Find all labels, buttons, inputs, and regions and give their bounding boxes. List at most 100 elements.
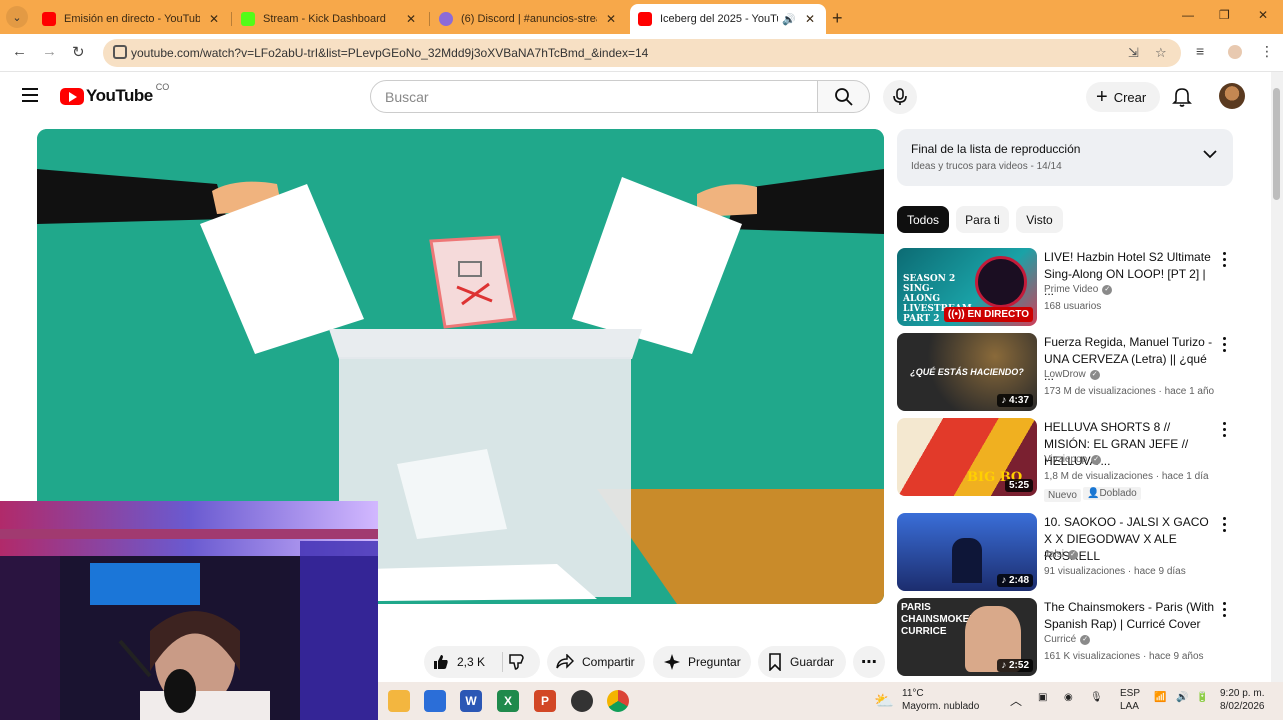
video-meta: 173 M de visualizaciones · hace 1 año [1044,386,1215,397]
ask-button[interactable]: Preguntar [653,646,751,678]
more-options-icon[interactable] [1223,337,1227,355]
word-icon[interactable]: W [460,690,482,712]
weather-cloud-icon[interactable]: ⛅ [874,691,894,711]
create-button[interactable]: + Crear [1086,82,1160,112]
clock-time[interactable]: 9:20 p. m. [1220,688,1264,699]
share-arrow-icon [556,654,574,670]
tab-discord[interactable]: (6) Discord | #anuncios-stream ✕ [431,4,627,34]
profile-icon[interactable] [1228,45,1242,59]
list-item[interactable]: ♪ 2:48 10. SAOKOO - JALSI X GACO X X DIE… [897,513,1240,593]
wifi-icon[interactable]: 📶 [1154,692,1166,703]
list-item[interactable]: SEASON 2 SING-ALONG LIVESTREAM PART 2 ((… [897,248,1240,328]
media-control-icon[interactable]: ≡ [1196,43,1204,59]
restore-button[interactable]: ❐ [1219,8,1230,22]
thumbs-down-icon [509,654,524,670]
channel-name[interactable]: LowDrow ✓ [1044,369,1100,380]
file-explorer-icon[interactable] [388,690,410,712]
powerpoint-icon[interactable]: P [534,690,556,712]
chevron-down-icon[interactable] [1203,149,1217,159]
chrome-icon[interactable] [607,690,629,712]
sparkle-icon [664,654,680,670]
menu-kebab-icon[interactable]: ⋮ [1260,43,1274,60]
more-horizontal-icon: ⋯ [861,654,877,671]
store-icon[interactable] [424,690,446,712]
url-text: youtube.com/watch?v=LFo2abU-trI&list=PLe… [131,46,649,60]
share-label: Compartir [582,655,635,669]
channel-name[interactable]: Jalsi ✓ [1044,549,1079,560]
video-title[interactable]: The Chainsmokers - Paris (With Spanish R… [1044,599,1216,633]
more-options-icon[interactable] [1223,252,1227,270]
channel-name[interactable]: Prime Video ✓ [1044,284,1113,295]
notifications-bell-icon[interactable] [1172,86,1192,108]
close-tab-icon[interactable]: ✕ [603,12,619,26]
tab-iceberg-youtube[interactable]: Iceberg del 2025 - YouTube 🔊 ✕ [630,4,826,34]
more-options-icon[interactable] [1223,602,1227,620]
search-button[interactable] [817,80,870,113]
minimize-button[interactable]: — [1182,8,1194,22]
obs-icon[interactable] [571,690,593,712]
voice-search-button[interactable] [883,80,917,114]
forward-arrow-icon[interactable]: → [42,43,57,60]
keyboard-layout[interactable]: LAA [1120,701,1139,712]
site-info-icon[interactable] [113,45,127,59]
tab-youtube-studio[interactable]: Emisión en directo - YouTube S ✕ [34,4,230,34]
page-scrollbar[interactable] [1271,72,1283,682]
duration-badge: 5:25 [1004,479,1033,492]
show-hidden-icons-chevron-icon[interactable]: ︿ [1010,692,1022,709]
tray-network-app-icon[interactable]: ◉ [1064,692,1073,703]
playlist-panel[interactable]: Final de la lista de reproducción Ideas … [897,129,1233,186]
save-button[interactable]: Guardar [758,646,846,678]
video-thumbnail[interactable]: ♪ 2:48 [897,513,1037,591]
tray-app-icon[interactable]: ▣ [1038,692,1047,703]
youtube-logo[interactable]: YouTube CO [60,82,169,106]
more-options-icon[interactable] [1223,422,1227,440]
close-tab-icon[interactable]: ✕ [802,12,818,26]
new-tab-button[interactable]: + [832,8,843,29]
list-item[interactable]: BIG BO 5:25 HELLUVA SHORTS 8 // MISIÓN: … [897,418,1240,502]
close-tab-icon[interactable]: ✕ [206,12,222,26]
install-app-icon[interactable]: ⇲ [1128,45,1139,61]
back-arrow-icon[interactable]: ← [12,43,27,60]
bookmark-star-icon[interactable]: ☆ [1155,45,1167,61]
windows-taskbar: W X P ⛅ 11°C Mayorm. nublado ︿ ▣ ◉ 🎙 ESP… [378,682,1283,720]
share-button[interactable]: Compartir [547,646,645,678]
chip-visto[interactable]: Visto [1016,206,1063,233]
volume-icon[interactable]: 🔊 [1176,692,1188,703]
video-thumbnail[interactable]: ¿QUÉ ESTÁS HACIENDO? ♪ 4:37 [897,333,1037,411]
tab-title: Emisión en directo - YouTube S [64,13,200,25]
scrollbar-thumb[interactable] [1273,88,1280,200]
video-thumbnail[interactable]: PARIS CHAINSMOKERS CURRICE ♪ 2:52 [897,598,1037,676]
verified-check-icon: ✓ [1080,634,1091,645]
dislike-button[interactable] [508,653,526,674]
list-item[interactable]: ¿QUÉ ESTÁS HACIENDO? ♪ 4:37 Fuerza Regid… [897,333,1240,413]
reload-icon[interactable]: ↻ [72,43,85,61]
battery-icon[interactable]: 🔋 [1196,692,1208,703]
search-input[interactable]: Buscar [370,80,818,113]
guide-menu-icon[interactable] [22,88,38,102]
list-item[interactable]: PARIS CHAINSMOKERS CURRICE ♪ 2:52 The Ch… [897,598,1240,678]
excel-icon[interactable]: X [497,690,519,712]
channel-name[interactable]: Vivziepop ✓ [1044,454,1102,465]
plus-icon: + [1096,86,1108,108]
chip-label: Visto [1026,212,1053,227]
chip-para-ti[interactable]: Para ti [956,206,1009,233]
address-bar[interactable]: youtube.com/watch?v=LFo2abU-trI&list=PLe… [103,39,1181,67]
audio-playing-icon[interactable]: 🔊 [782,13,796,26]
chip-todos[interactable]: Todos [897,206,949,233]
more-options-icon[interactable] [1223,517,1227,535]
video-thumbnail[interactable]: BIG BO 5:25 [897,418,1037,496]
like-button[interactable] [432,653,450,674]
tab-kick-dashboard[interactable]: Stream - Kick Dashboard ✕ [233,4,427,34]
language[interactable]: ESP [1120,688,1140,699]
close-window-button[interactable]: ✕ [1258,8,1268,22]
tab-search-icon[interactable]: ⌄ [6,6,28,28]
clock-date[interactable]: 8/02/2026 [1220,701,1265,712]
chip-label: Para ti [965,212,1000,227]
close-tab-icon[interactable]: ✕ [403,12,419,26]
account-avatar[interactable] [1219,83,1245,109]
thumbs-up-icon [434,655,448,669]
more-actions-button[interactable]: ⋯ [853,646,885,678]
microphone-tray-icon[interactable]: 🎙 [1090,692,1103,703]
channel-name[interactable]: Curricé ✓ [1044,634,1091,645]
video-thumbnail[interactable]: SEASON 2 SING-ALONG LIVESTREAM PART 2 ((… [897,248,1037,326]
